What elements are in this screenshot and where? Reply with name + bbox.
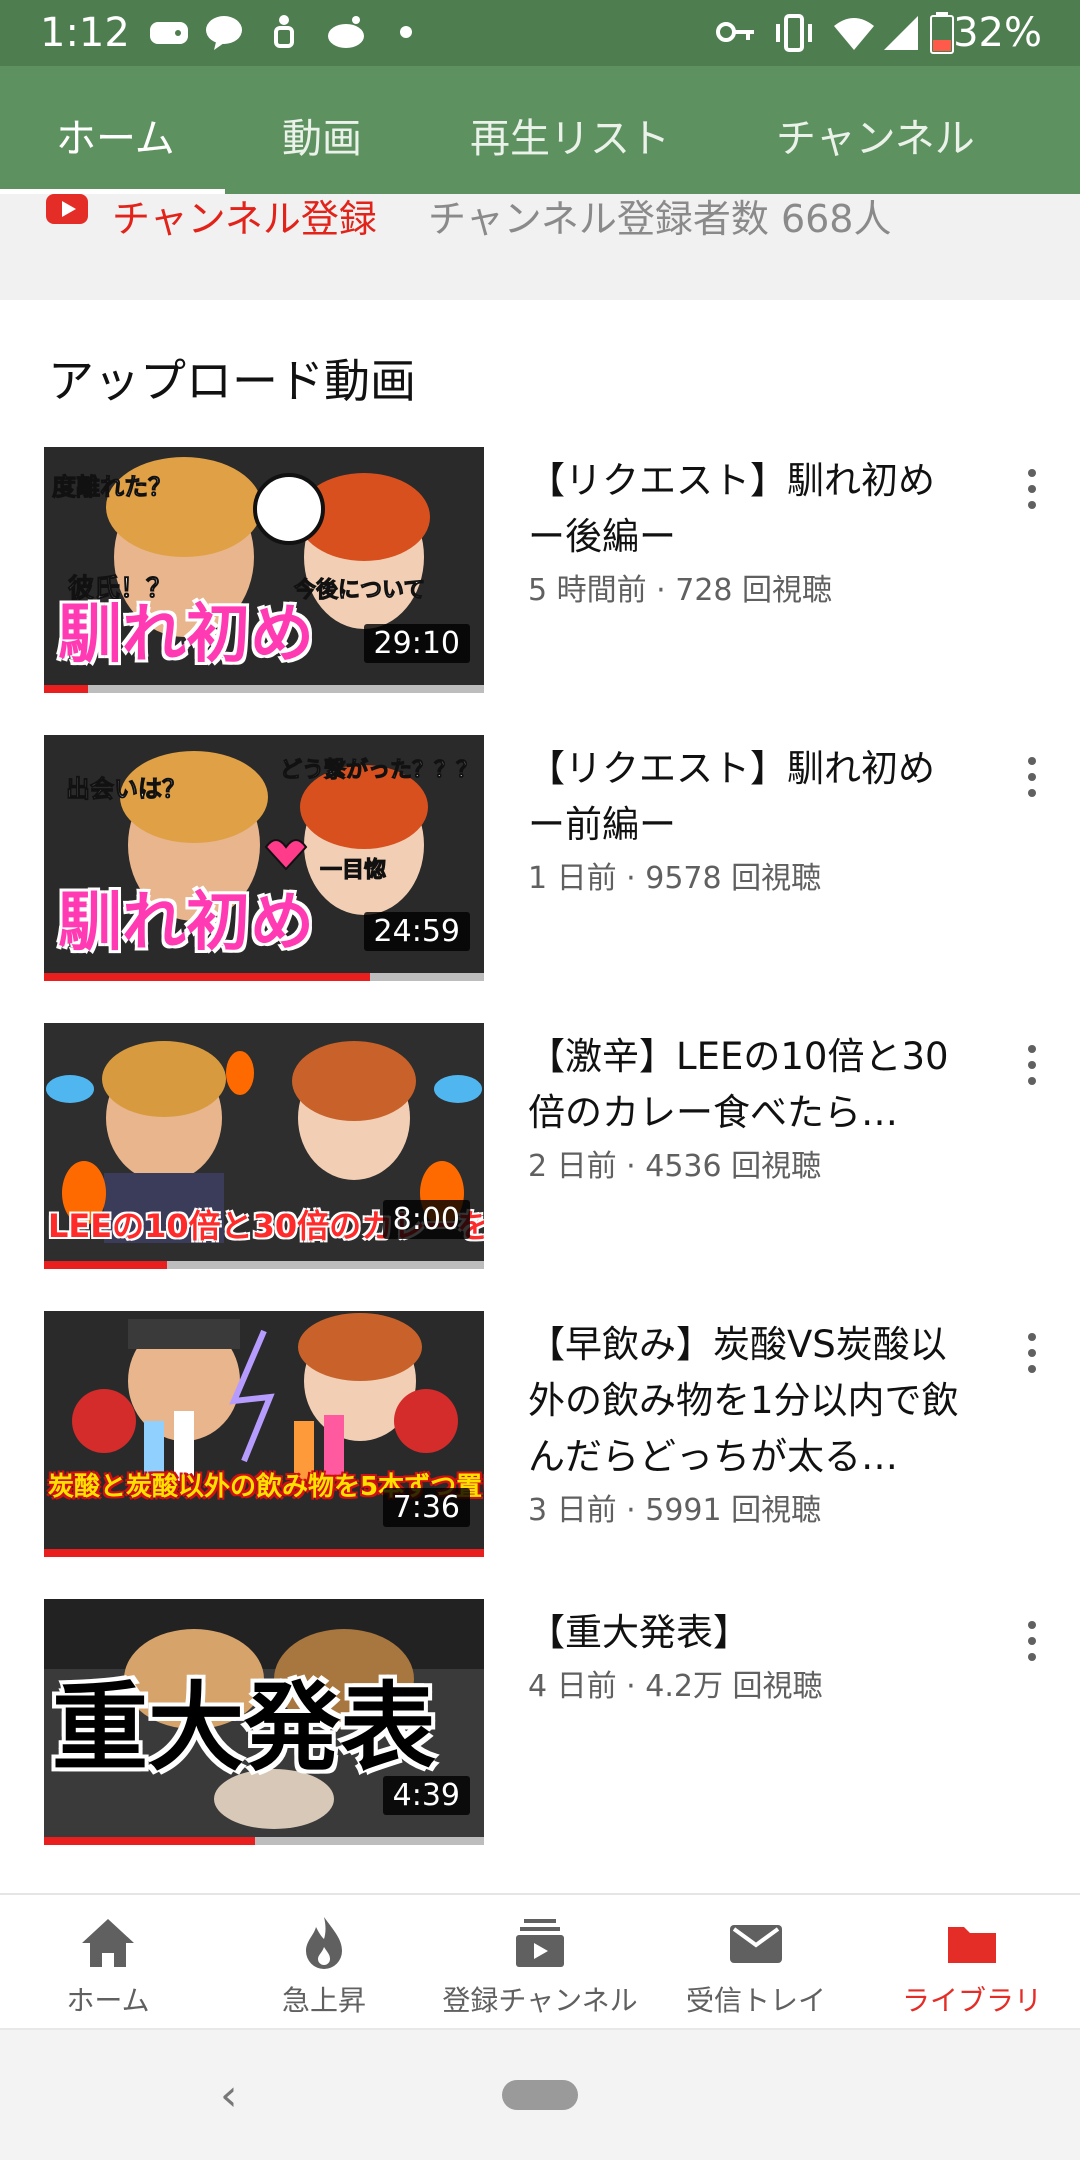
- thumbnail-overlay-text: 馴れ初め: [58, 598, 314, 672]
- video-title[interactable]: 【リクエスト】馴れ初めー前編ー: [528, 741, 968, 853]
- youtube-icon[interactable]: [46, 194, 88, 224]
- subscribe-button[interactable]: チャンネル登録: [112, 194, 377, 243]
- more-options-icon[interactable]: [1020, 1333, 1044, 1379]
- video-meta: 1 日前 · 9578 回視聴: [528, 861, 822, 896]
- back-chevron-icon[interactable]: ‹: [220, 2070, 238, 2121]
- watch-progress-fill: [44, 1261, 168, 1269]
- wifi-icon: [834, 18, 874, 50]
- video-duration: 7:36: [382, 1488, 470, 1527]
- watch-progress: [44, 685, 484, 693]
- tab-playlists[interactable]: 再生リスト: [470, 106, 670, 164]
- battery-icon: [930, 12, 954, 54]
- video-item[interactable]: LEEの10倍と30倍のカレーを食べたら… 8:00 【激辛】LEEの10倍と3…: [0, 1023, 1080, 1273]
- home-icon: [82, 1919, 134, 1967]
- watch-progress-fill: [44, 1549, 484, 1557]
- subscriber-count: チャンネル登録者数 668人: [428, 197, 892, 241]
- svg-text:度離れた？: 度離れた？: [52, 473, 172, 501]
- video-duration: 4:39: [382, 1776, 470, 1815]
- system-navigation-bar: ‹: [0, 2028, 1080, 2160]
- video-title[interactable]: 【激辛】LEEの10倍と30倍のカレー食べたら…: [528, 1029, 968, 1141]
- video-thumbnail[interactable]: 度離れた？ 彼氏！？ 今後について 馴れ初め 29:10: [44, 447, 484, 693]
- video-thumbnail[interactable]: 重大発表 4:39: [44, 1599, 484, 1845]
- video-item[interactable]: 重大発表 4:39 【重大発表】 4 日前 · 4.2万 回視聴: [0, 1599, 1080, 1849]
- video-title[interactable]: 【重大発表】: [528, 1605, 968, 1661]
- nav-subscriptions[interactable]: 登録チャンネル: [432, 1895, 648, 2030]
- reddit-icon: [328, 16, 364, 48]
- battery-percent: 32%: [953, 10, 1042, 56]
- status-bar: 1:12 32%: [0, 0, 1080, 66]
- watch-progress: [44, 1549, 484, 1557]
- video-title[interactable]: 【早飲み】炭酸VS炭酸以外の飲み物を1分以内で飲んだらどっちが太る…: [528, 1317, 968, 1485]
- subscriptions-icon: [516, 1919, 564, 1967]
- nav-home[interactable]: ホーム: [0, 1895, 216, 2030]
- video-meta: 4 日前 · 4.2万 回視聴: [528, 1669, 823, 1704]
- game-controller-icon: [150, 22, 188, 44]
- svg-text:一目惚: 一目惚: [320, 857, 386, 883]
- video-duration: 8:00: [382, 1200, 470, 1239]
- cell-signal-icon: [884, 16, 918, 50]
- video-title[interactable]: 【リクエスト】馴れ初めー後編ー: [528, 453, 968, 565]
- nav-label: 急上昇: [281, 1984, 366, 2017]
- video-item[interactable]: 度離れた？ 彼氏！？ 今後について 馴れ初め 29:10 【リクエスト】馴れ初め…: [0, 447, 1080, 697]
- line-app-icon: [206, 16, 242, 50]
- home-gesture-pill[interactable]: [502, 2080, 578, 2110]
- video-duration: 29:10: [363, 624, 470, 663]
- accessibility-icon: [274, 15, 294, 48]
- nav-label: ライブラリ: [901, 1984, 1042, 2017]
- nav-label: 登録チャンネル: [442, 1984, 638, 2017]
- video-item[interactable]: 出会いは？ どう繋がった？？？ 一目惚 馴れ初め 24:59 【リクエスト】馴れ…: [0, 735, 1080, 985]
- video-meta: 5 時間前 · 728 回視聴: [528, 573, 833, 608]
- bottom-navigation: ホーム 急上昇 登録チャンネル 受信トレイ ライブラリ: [0, 1893, 1080, 2028]
- notification-dot-icon: [400, 26, 412, 38]
- folder-icon: [948, 1927, 996, 1963]
- video-duration: 24:59: [363, 912, 470, 951]
- watch-progress: [44, 973, 484, 981]
- watch-progress-fill: [44, 1837, 256, 1845]
- video-meta: 3 日前 · 5991 回視聴: [528, 1493, 822, 1528]
- tab-home[interactable]: ホーム: [56, 106, 175, 164]
- watch-progress-fill: [44, 685, 88, 693]
- thumbnail-overlay-text: 重大発表: [52, 1672, 436, 1784]
- video-thumbnail[interactable]: LEEの10倍と30倍のカレーを食べたら… 8:00: [44, 1023, 484, 1269]
- nav-label: 受信トレイ: [685, 1984, 826, 2017]
- more-options-icon[interactable]: [1020, 757, 1044, 803]
- nav-library[interactable]: ライブラリ: [864, 1895, 1080, 2030]
- video-thumbnail[interactable]: 炭酸と炭酸以外の飲み物を5本ずつ置いて 7:36: [44, 1311, 484, 1557]
- nav-inbox[interactable]: 受信トレイ: [648, 1895, 864, 2030]
- svg-text:どう繋がった？？？: どう繋がった？？？: [280, 757, 478, 783]
- nav-label: ホーム: [66, 1984, 150, 2017]
- flame-icon: [306, 1917, 342, 1969]
- video-thumbnail[interactable]: 出会いは？ どう繋がった？？？ 一目惚 馴れ初め 24:59: [44, 735, 484, 981]
- tab-videos[interactable]: 動画: [282, 106, 362, 164]
- watch-progress-fill: [44, 973, 370, 981]
- vibrate-icon: [776, 14, 812, 52]
- more-options-icon[interactable]: [1020, 469, 1044, 515]
- svg-text:出会いは？: 出会いは？: [66, 775, 186, 803]
- thumbnail-overlay-text: 馴れ初め: [58, 886, 314, 960]
- subscribe-row: チャンネル登録 チャンネル登録者数 668人: [0, 194, 1080, 300]
- video-meta: 2 日前 · 4536 回視聴: [528, 1149, 822, 1184]
- mail-icon: [730, 1925, 782, 1963]
- video-item[interactable]: 炭酸と炭酸以外の飲み物を5本ずつ置いて 7:36 【早飲み】炭酸VS炭酸以外の飲…: [0, 1311, 1080, 1561]
- watch-progress: [44, 1261, 484, 1269]
- channel-tab-bar: ホーム 動画 再生リスト チャンネル: [0, 66, 1080, 194]
- nav-trending[interactable]: 急上昇: [216, 1895, 432, 2030]
- watch-progress: [44, 1837, 484, 1845]
- tab-channels[interactable]: チャンネル: [776, 106, 975, 164]
- more-options-icon[interactable]: [1020, 1621, 1044, 1667]
- vpn-key-icon: [716, 22, 754, 42]
- more-options-icon[interactable]: [1020, 1045, 1044, 1091]
- section-title: アップロード動画: [48, 354, 416, 408]
- status-time: 1:12: [40, 10, 130, 56]
